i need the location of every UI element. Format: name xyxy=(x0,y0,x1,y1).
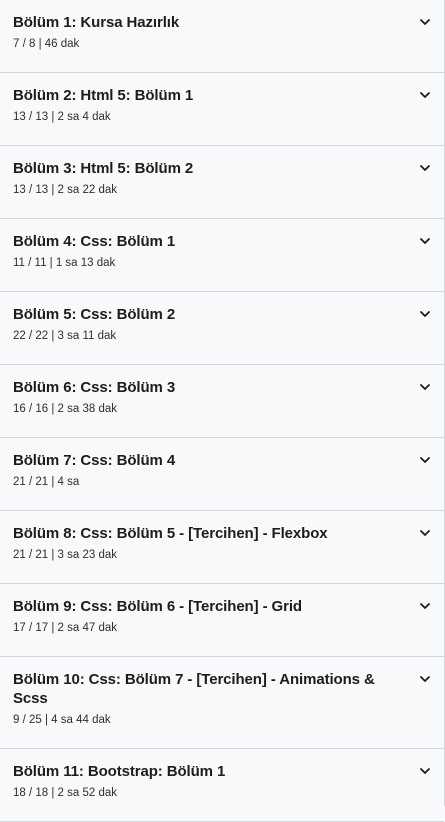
section-progress: 17 / 17 | 2 sa 47 dak xyxy=(13,622,118,634)
course-sections-list: Bölüm 1: Kursa Hazırlık 7 / 8 | 46 dak B… xyxy=(0,0,445,822)
section-progress: 22 / 22 | 3 sa 11 dak xyxy=(13,330,117,342)
section-progress: 21 / 21 | 4 sa xyxy=(13,476,80,488)
section-title: Bölüm 5: Css: Bölüm 2 xyxy=(13,306,176,323)
section-6[interactable]: Bölüm 6: Css: Bölüm 3 16 / 16 | 2 sa 38 … xyxy=(0,365,444,438)
section-title: Bölüm 9: Css: Bölüm 6 - [Tercihen] - Gri… xyxy=(13,598,302,615)
section-11[interactable]: Bölüm 11: Bootstrap: Bölüm 1 18 / 18 | 2… xyxy=(0,749,444,822)
section-title: Bölüm 3: Html 5: Bölüm 2 xyxy=(13,160,194,177)
section-progress: 7 / 8 | 46 dak xyxy=(13,38,80,50)
section-progress: 13 / 13 | 2 sa 4 dak xyxy=(13,111,111,123)
section-title: Bölüm 2: Html 5: Bölüm 1 xyxy=(13,87,194,104)
section-progress: 18 / 18 | 2 sa 52 dak xyxy=(13,787,118,799)
section-progress: 11 / 11 | 1 sa 13 dak xyxy=(13,257,116,269)
section-title: Bölüm 11: Bootstrap: Bölüm 1 xyxy=(13,763,226,780)
section-progress: 21 / 21 | 3 sa 23 dak xyxy=(13,549,118,561)
section-4[interactable]: Bölüm 4: Css: Bölüm 1 11 / 11 | 1 sa 13 … xyxy=(0,219,444,292)
chevron-down-icon[interactable] xyxy=(419,527,431,539)
section-2[interactable]: Bölüm 2: Html 5: Bölüm 1 13 / 13 | 2 sa … xyxy=(0,73,444,146)
chevron-down-icon[interactable] xyxy=(419,673,431,685)
chevron-down-icon[interactable] xyxy=(419,765,431,777)
chevron-down-icon[interactable] xyxy=(419,600,431,612)
section-title: Bölüm 10: Css: Bölüm 7 - [Tercihen] - An… xyxy=(13,671,375,707)
section-title: Bölüm 4: Css: Bölüm 1 xyxy=(13,233,176,250)
chevron-down-icon[interactable] xyxy=(419,308,431,320)
chevron-down-icon[interactable] xyxy=(419,89,431,101)
section-3[interactable]: Bölüm 3: Html 5: Bölüm 2 13 / 13 | 2 sa … xyxy=(0,146,444,219)
section-title: Bölüm 8: Css: Bölüm 5 - [Tercihen] - Fle… xyxy=(13,525,328,542)
section-9[interactable]: Bölüm 9: Css: Bölüm 6 - [Tercihen] - Gri… xyxy=(0,584,444,657)
section-8[interactable]: Bölüm 8: Css: Bölüm 5 - [Tercihen] - Fle… xyxy=(0,511,444,584)
chevron-down-icon[interactable] xyxy=(419,235,431,247)
section-10[interactable]: Bölüm 10: Css: Bölüm 7 - [Tercihen] - An… xyxy=(0,657,444,749)
section-title: Bölüm 1: Kursa Hazırlık xyxy=(13,14,180,31)
chevron-down-icon[interactable] xyxy=(419,162,431,174)
section-7[interactable]: Bölüm 7: Css: Bölüm 4 21 / 21 | 4 sa xyxy=(0,438,444,511)
section-5[interactable]: Bölüm 5: Css: Bölüm 2 22 / 22 | 3 sa 11 … xyxy=(0,292,444,365)
section-title: Bölüm 6: Css: Bölüm 3 xyxy=(13,379,176,396)
chevron-down-icon[interactable] xyxy=(419,381,431,393)
section-progress: 9 / 25 | 4 sa 44 dak xyxy=(13,714,111,726)
chevron-down-icon[interactable] xyxy=(419,454,431,466)
section-progress: 13 / 13 | 2 sa 22 dak xyxy=(13,184,118,196)
section-title: Bölüm 7: Css: Bölüm 4 xyxy=(13,452,176,469)
section-progress: 16 / 16 | 2 sa 38 dak xyxy=(13,403,118,415)
chevron-down-icon[interactable] xyxy=(419,16,431,28)
section-1[interactable]: Bölüm 1: Kursa Hazırlık 7 / 8 | 46 dak xyxy=(0,0,444,73)
